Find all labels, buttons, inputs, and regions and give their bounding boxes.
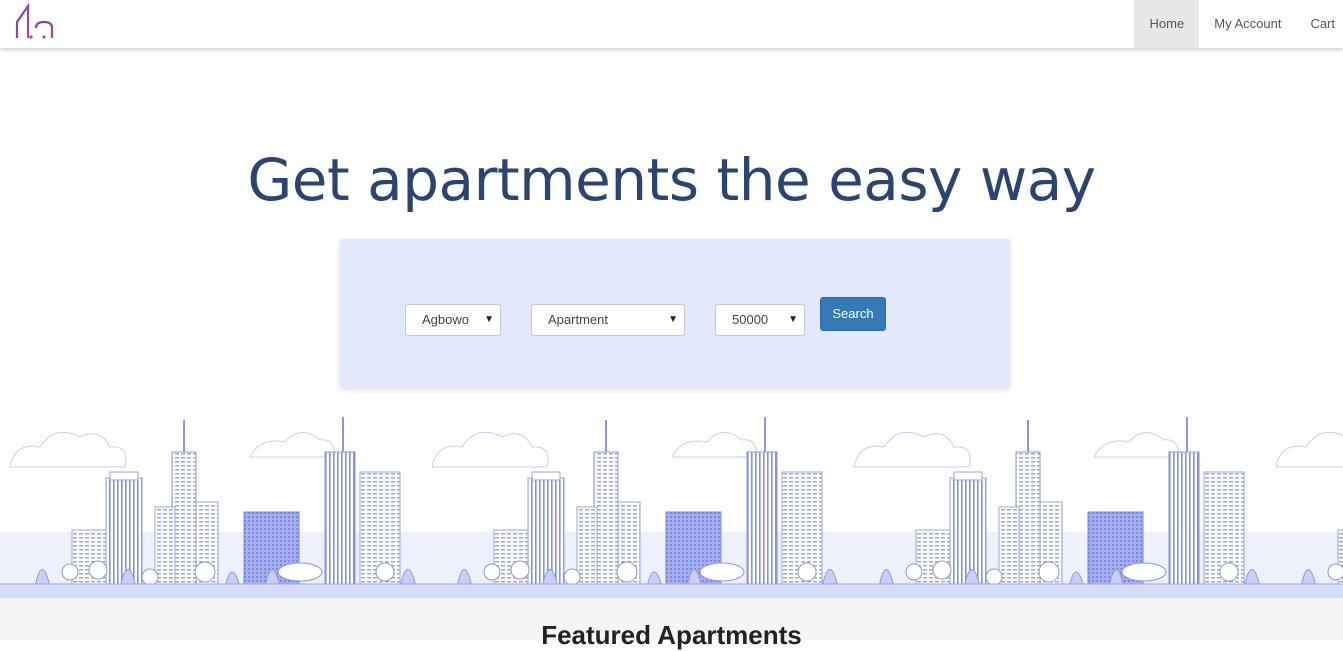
- navbar: Home My Account Cart: [0, 0, 1343, 48]
- featured-section: Featured Apartments: [0, 598, 1343, 650]
- city-skyline-illustration: [0, 416, 1343, 602]
- nav-my-account[interactable]: My Account: [1199, 0, 1296, 48]
- search-button[interactable]: Search: [820, 297, 886, 331]
- location-select-value: Agbowo: [422, 312, 469, 327]
- chevron-down-icon: ▼: [788, 314, 798, 325]
- logo[interactable]: [14, 2, 58, 42]
- nav-home[interactable]: Home: [1133, 0, 1200, 48]
- search-panel: Agbowo ▼ Apartment ▼ 50000 ▼ Search: [340, 239, 1010, 388]
- nav-cart[interactable]: Cart: [1296, 0, 1343, 48]
- chevron-down-icon: ▼: [668, 314, 678, 325]
- type-select-value: Apartment: [548, 312, 608, 327]
- chevron-down-icon: ▼: [484, 314, 494, 325]
- featured-title: Featured Apartments: [541, 620, 802, 650]
- nav-links: Home My Account Cart: [1133, 0, 1343, 48]
- hero-title: Get apartments the easy way: [247, 146, 1096, 214]
- type-select[interactable]: Apartment ▼: [531, 304, 685, 336]
- price-select[interactable]: 50000 ▼: [715, 304, 805, 336]
- location-select[interactable]: Agbowo ▼: [405, 304, 501, 336]
- price-select-value: 50000: [732, 312, 769, 327]
